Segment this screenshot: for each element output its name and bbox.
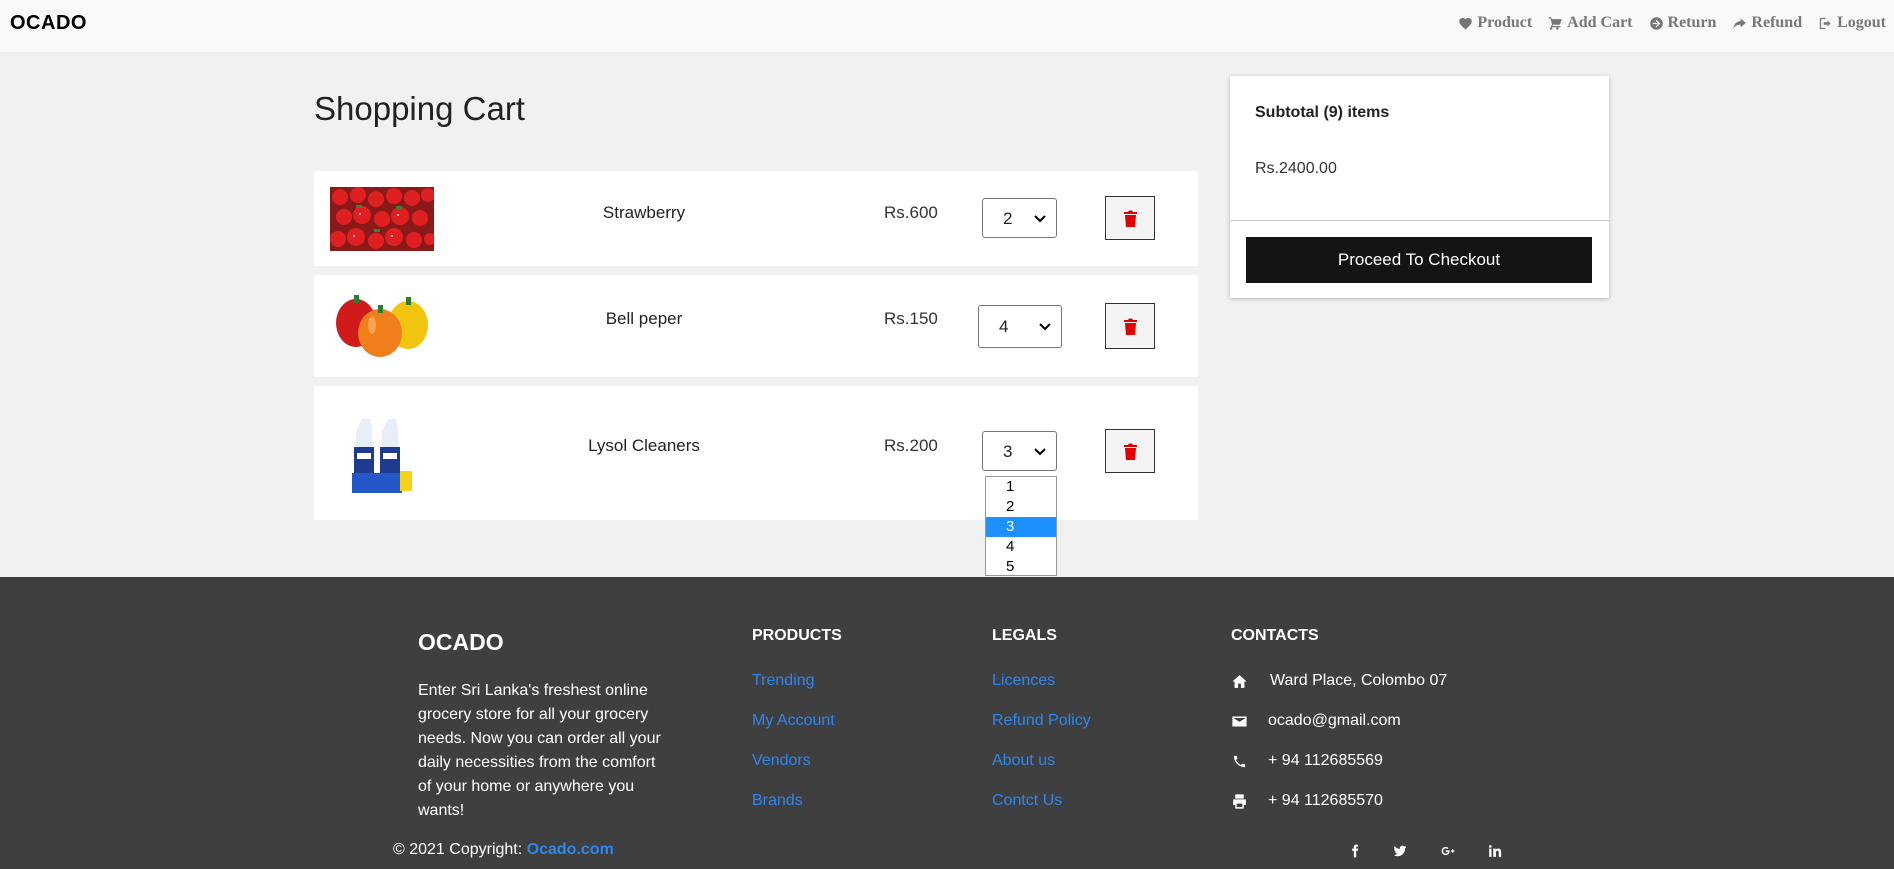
footer-link-refund-policy[interactable]: Refund Policy — [992, 712, 1091, 730]
navbar: OCADO Product Add Cart Return Refund Log… — [0, 0, 1894, 52]
contact-address-text: Ward Place, Colombo 07 — [1270, 672, 1448, 689]
subtotal-amount: Rs.2400.00 — [1255, 160, 1337, 177]
footer-products-heading: PRODUCTS — [752, 627, 842, 644]
copyright-link[interactable]: Ocado.com — [527, 841, 614, 858]
nav-logout-label: Logout — [1837, 14, 1886, 31]
footer-legals-heading: LEGALS — [992, 627, 1057, 644]
footer-link-trending[interactable]: Trending — [752, 672, 815, 690]
print-icon — [1233, 793, 1246, 809]
cart-item-row: Strawberry Rs.600 2 — [314, 171, 1198, 266]
google-plus-icon[interactable] — [1438, 841, 1458, 861]
footer: OCADO Enter Sri Lanka's freshest online … — [0, 577, 1894, 869]
sign-out-icon — [1819, 17, 1831, 29]
footer-link-contact-us[interactable]: Contct Us — [992, 792, 1062, 810]
bell-pepper-image — [336, 295, 428, 357]
item-price: Rs.150 — [884, 309, 938, 328]
cart-item-row: Bell peper Rs.150 4 — [314, 275, 1198, 377]
nav-product-label: Product — [1477, 14, 1533, 31]
nav-links: Product Add Cart Return Refund Logout — [1442, 14, 1886, 32]
contact-fax: + 94 112685570 — [1231, 792, 1383, 810]
contact-email: ocado@gmail.com — [1231, 712, 1401, 730]
chevron-down-icon — [1034, 448, 1046, 456]
footer-contacts-heading: CONTACTS — [1231, 627, 1319, 644]
footer-link-licences[interactable]: Licences — [992, 672, 1055, 690]
contact-address: Ward Place, Colombo 07 — [1231, 672, 1447, 690]
footer-link-about-us[interactable]: About us — [992, 752, 1055, 770]
trash-icon — [1123, 210, 1137, 227]
order-summary-card: Subtotal (9) items Rs.2400.00 Proceed To… — [1230, 76, 1609, 298]
lysol-cleaner-image — [352, 419, 412, 493]
quantity-value: 2 — [1003, 209, 1013, 228]
linkedin-icon[interactable] — [1485, 841, 1505, 861]
quantity-value: 3 — [1003, 442, 1013, 461]
contact-fax-text: + 94 112685570 — [1268, 792, 1383, 809]
footer-description: Enter Sri Lanka's freshest online grocer… — [418, 682, 661, 819]
page-title: Shopping Cart — [314, 90, 525, 127]
envelope-icon — [1232, 716, 1247, 726]
contact-phone-text: + 94 112685569 — [1268, 752, 1383, 769]
footer-link-brands[interactable]: Brands — [752, 792, 803, 810]
phone-icon — [1233, 755, 1246, 767]
nav-add-cart-link[interactable]: Add Cart — [1548, 14, 1633, 32]
chevron-down-icon — [1034, 215, 1046, 223]
proceed-to-checkout-button[interactable]: Proceed To Checkout — [1246, 237, 1592, 283]
item-name: Lysol Cleaners — [588, 436, 700, 455]
item-name: Bell peper — [605, 309, 683, 328]
dropdown-option-selected[interactable]: 3 — [986, 517, 1056, 537]
nav-refund-link[interactable]: Refund — [1732, 14, 1802, 32]
dropdown-option[interactable]: 2 — [986, 497, 1056, 517]
quantity-value: 4 — [999, 317, 1009, 336]
trash-icon — [1123, 443, 1137, 460]
heart-icon — [1459, 17, 1473, 29]
nav-add-cart-label: Add Cart — [1567, 14, 1633, 31]
delete-button[interactable] — [1105, 196, 1155, 240]
footer-link-my-account[interactable]: My Account — [752, 712, 835, 730]
nav-return-label: Return — [1667, 14, 1717, 31]
quantity-select[interactable]: 2 — [982, 198, 1057, 238]
cart-icon — [1548, 16, 1562, 30]
contact-phone: + 94 112685569 — [1231, 752, 1383, 770]
trash-icon — [1123, 318, 1137, 335]
delete-button[interactable] — [1105, 429, 1155, 473]
item-price: Rs.200 — [884, 436, 938, 455]
quantity-select[interactable]: 4 — [978, 305, 1062, 348]
delete-button[interactable] — [1105, 303, 1155, 349]
home-icon — [1232, 674, 1247, 688]
divider — [1230, 220, 1609, 221]
brand-logo[interactable]: OCADO — [10, 12, 87, 35]
copyright: © 2021 Copyright: Ocado.com — [393, 841, 614, 859]
nav-logout-link[interactable]: Logout — [1818, 14, 1886, 32]
dropdown-option[interactable]: 4 — [986, 537, 1056, 557]
nav-refund-label: Refund — [1751, 14, 1803, 31]
copyright-text: © 2021 Copyright: — [393, 841, 523, 858]
dropdown-option[interactable]: 5 — [986, 557, 1056, 577]
cart-item-row: Lysol Cleaners Rs.200 3 — [314, 386, 1198, 520]
footer-link-vendors[interactable]: Vendors — [752, 752, 811, 770]
share-icon — [1733, 18, 1747, 28]
item-name: Strawberry — [602, 203, 686, 222]
quantity-select[interactable]: 3 — [982, 431, 1057, 471]
chevron-down-icon — [1039, 323, 1051, 331]
dropdown-option[interactable]: 1 — [986, 477, 1056, 497]
nav-product-link[interactable]: Product — [1458, 14, 1532, 32]
contact-email-text: ocado@gmail.com — [1268, 712, 1401, 729]
facebook-icon[interactable] — [1345, 841, 1365, 861]
item-price: Rs.600 — [884, 203, 938, 222]
footer-brand: OCADO — [418, 629, 504, 655]
subtotal-title: Subtotal (9) items — [1255, 104, 1390, 121]
twitter-icon[interactable] — [1390, 841, 1410, 861]
arrow-circle-right-icon — [1649, 16, 1663, 30]
strawberry-image — [330, 187, 434, 251]
nav-return-link[interactable]: Return — [1649, 14, 1717, 32]
quantity-dropdown-list[interactable]: 1 2 3 4 5 — [985, 476, 1057, 576]
